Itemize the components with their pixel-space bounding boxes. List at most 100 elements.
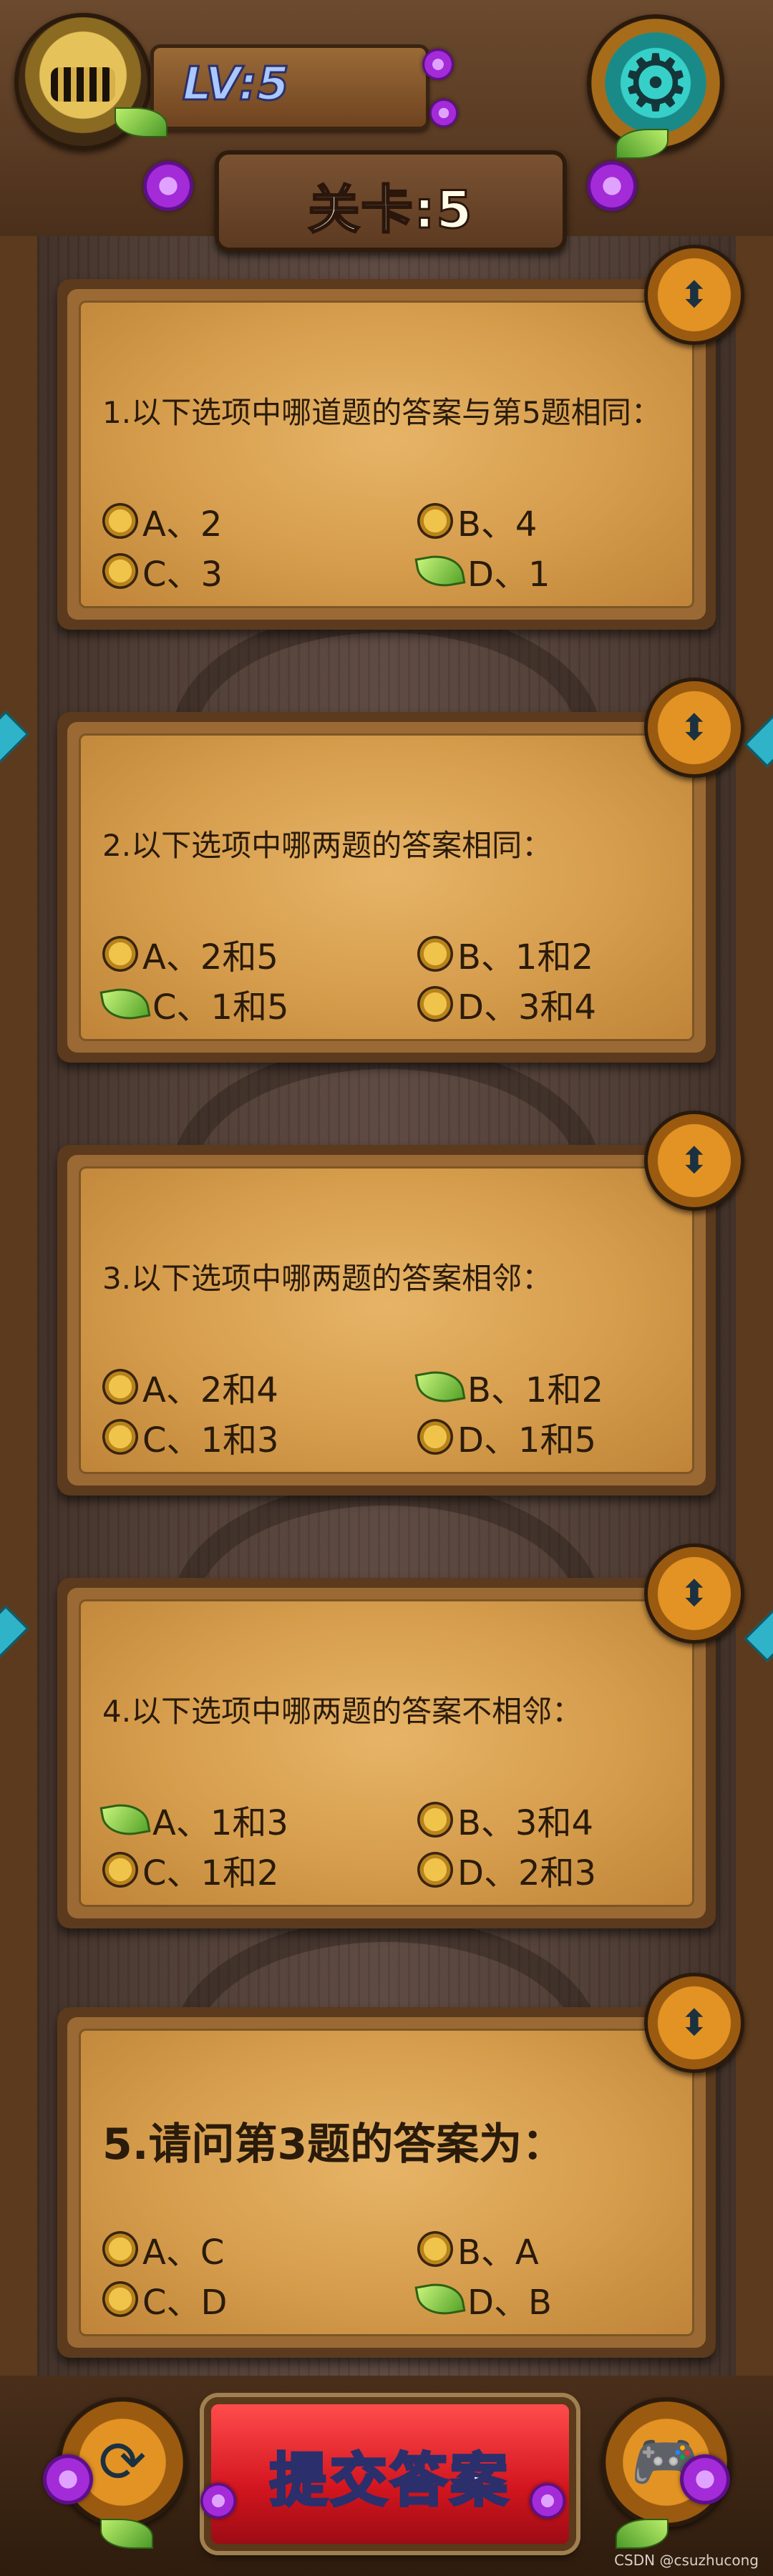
option-label: C、D — [142, 2283, 228, 2323]
leaf-selected-icon — [99, 1799, 151, 1840]
option-b[interactable]: B、3和4 — [417, 1795, 593, 1845]
radio-icon — [417, 1852, 453, 1888]
option-label: D、1 — [467, 555, 550, 595]
option-c[interactable]: C、1和3 — [102, 1412, 279, 1462]
option-c[interactable]: C、3 — [102, 546, 223, 596]
question-text: 3.以下选项中哪两题的答案相邻： — [102, 1261, 553, 1296]
flower-icon — [680, 2454, 730, 2504]
option-label: D、B — [467, 2283, 552, 2323]
collapse-button[interactable]: ⬍ — [644, 678, 744, 778]
leaf-selected-icon — [99, 983, 151, 1025]
question-card: 3.以下选项中哪两题的答案相邻： A、2和4 B、1和2 C、1和3 D、1和5… — [57, 1111, 744, 1496]
option-label: B、1和2 — [457, 937, 594, 977]
question-card: 2.以下选项中哪两题的答案相同： A、2和5 B、1和2 C、1和5 D、3和4… — [57, 678, 744, 1063]
option-label: B、1和2 — [467, 1370, 604, 1410]
option-d[interactable]: D、1和5 — [417, 1412, 596, 1462]
option-b[interactable]: B、A — [417, 2224, 539, 2274]
radio-icon — [102, 1852, 138, 1888]
radio-icon — [102, 503, 138, 539]
gear-icon: ⚙ — [620, 37, 691, 129]
option-d[interactable]: D、3和4 — [417, 979, 596, 1029]
option-b[interactable]: B、1和2 — [417, 929, 593, 979]
submit-answer-button[interactable]: 提交答案 — [204, 2397, 576, 2551]
collapse-button[interactable]: ⬍ — [644, 1973, 744, 2073]
radio-icon — [102, 1369, 138, 1405]
card-face: 1.以下选项中哪道题的答案与第5题相同： A、2 B、4 C、3 D、1 — [79, 301, 694, 608]
radio-icon — [417, 1802, 453, 1838]
collapse-arrows-icon: ⬍ — [679, 2002, 709, 2044]
option-a[interactable]: A、C — [102, 2224, 224, 2274]
option-label: B、4 — [457, 504, 538, 545]
radio-icon — [417, 2231, 453, 2267]
collapse-button[interactable]: ⬍ — [644, 1111, 744, 1211]
option-label: D、2和3 — [457, 1853, 597, 1893]
card-frame: 5.请问第3题的答案为： A、C B、A C、D D、B — [67, 2017, 706, 2348]
option-c[interactable]: C、D — [102, 2274, 227, 2324]
submit-label: 提交答案 — [268, 2446, 510, 2515]
question-card: 1.以下选项中哪道题的答案与第5题相同： A、2 B、4 C、3 D、1 ⬍ — [57, 245, 744, 630]
radio-icon — [417, 503, 453, 539]
option-label: A、2和5 — [142, 937, 278, 977]
refresh-icon: ⟳ — [98, 2429, 147, 2495]
option-label: B、3和4 — [457, 1803, 594, 1843]
card-frame: 4.以下选项中哪两题的答案不相邻： A、1和3 B、3和4 C、1和2 D、2和… — [67, 1588, 706, 1918]
card-face: 3.以下选项中哪两题的答案相邻： A、2和4 B、1和2 C、1和3 D、1和5 — [79, 1166, 694, 1474]
option-label: D、1和5 — [457, 1420, 597, 1460]
option-a[interactable]: A、2 — [102, 496, 222, 546]
option-label: D、3和4 — [457, 987, 597, 1028]
option-label: C、3 — [142, 555, 223, 595]
option-b[interactable]: B、4 — [417, 496, 537, 546]
radio-icon — [417, 986, 453, 1022]
collapse-button[interactable]: ⬍ — [644, 1543, 744, 1644]
level-label: LV:5 — [182, 57, 291, 112]
card-face: 4.以下选项中哪两题的答案不相邻： A、1和3 B、3和4 C、1和2 D、2和… — [79, 1599, 694, 1907]
leaf-selected-icon — [414, 2278, 466, 2320]
question-text: 5.请问第3题的答案为： — [102, 2119, 565, 2170]
level-plate: LV:5 — [150, 44, 429, 130]
stage-title: 关卡:5 — [307, 179, 474, 241]
leaf-selected-icon — [414, 550, 466, 592]
option-c[interactable]: C、1和5 — [99, 979, 289, 1029]
helmet-visor — [51, 67, 115, 102]
radio-icon — [417, 936, 453, 972]
collapse-arrows-icon: ⬍ — [679, 1140, 709, 1181]
flower-icon — [587, 161, 637, 211]
header-bar: LV:5 ⚙ 关卡:5 — [0, 0, 773, 252]
question-card: 4.以下选项中哪两题的答案不相邻： A、1和3 B、3和4 C、1和2 D、2和… — [57, 1543, 744, 1928]
option-d[interactable]: D、1 — [414, 546, 550, 596]
option-a[interactable]: A、2和4 — [102, 1362, 278, 1412]
collapse-arrows-icon: ⬍ — [679, 274, 709, 316]
option-a[interactable]: A、2和5 — [102, 929, 278, 979]
option-b[interactable]: B、1和2 — [414, 1362, 604, 1412]
collapse-arrows-icon: ⬍ — [679, 1573, 709, 1614]
question-card: 5.请问第3题的答案为： A、C B、A C、D D、B ⬍ — [57, 1973, 744, 2358]
collapse-arrows-icon: ⬍ — [679, 707, 709, 748]
flower-icon — [43, 2454, 93, 2504]
flower-icon — [422, 49, 454, 80]
flower-icon — [200, 2483, 236, 2519]
question-text: 2.以下选项中哪两题的答案相同： — [102, 828, 553, 863]
option-label: A、1和3 — [152, 1803, 288, 1843]
radio-icon — [102, 2231, 138, 2267]
option-d[interactable]: D、B — [414, 2274, 552, 2324]
card-frame: 2.以下选项中哪两题的答案相同： A、2和5 B、1和2 C、1和5 D、3和4 — [67, 722, 706, 1053]
question-text: 4.以下选项中哪两题的答案不相邻： — [102, 1694, 583, 1729]
question-text: 1.以下选项中哪道题的答案与第5题相同： — [102, 395, 661, 430]
option-a[interactable]: A、1和3 — [99, 1795, 288, 1845]
option-d[interactable]: D、2和3 — [417, 1845, 596, 1895]
radio-icon — [102, 2281, 138, 2317]
card-frame: 1.以下选项中哪道题的答案与第5题相同： A、2 B、4 C、3 D、1 — [67, 289, 706, 620]
flower-icon — [429, 99, 458, 127]
watermark: CSDN @csuzhucong — [614, 2552, 759, 2569]
option-label: A、2和4 — [142, 1370, 278, 1410]
stage-title-plate: 关卡:5 — [215, 150, 567, 252]
option-label: C、1和3 — [142, 1420, 279, 1460]
flower-icon — [143, 161, 193, 211]
leaf-selected-icon — [414, 1366, 466, 1407]
card-face: 2.以下选项中哪两题的答案相同： A、2和5 B、1和2 C、1和5 D、3和4 — [79, 733, 694, 1041]
option-c[interactable]: C、1和2 — [102, 1845, 279, 1895]
option-label: A、2 — [142, 504, 223, 545]
card-face: 5.请问第3题的答案为： A、C B、A C、D D、B — [79, 2029, 694, 2336]
collapse-button[interactable]: ⬍ — [644, 245, 744, 345]
option-label: C、1和2 — [142, 1853, 279, 1893]
